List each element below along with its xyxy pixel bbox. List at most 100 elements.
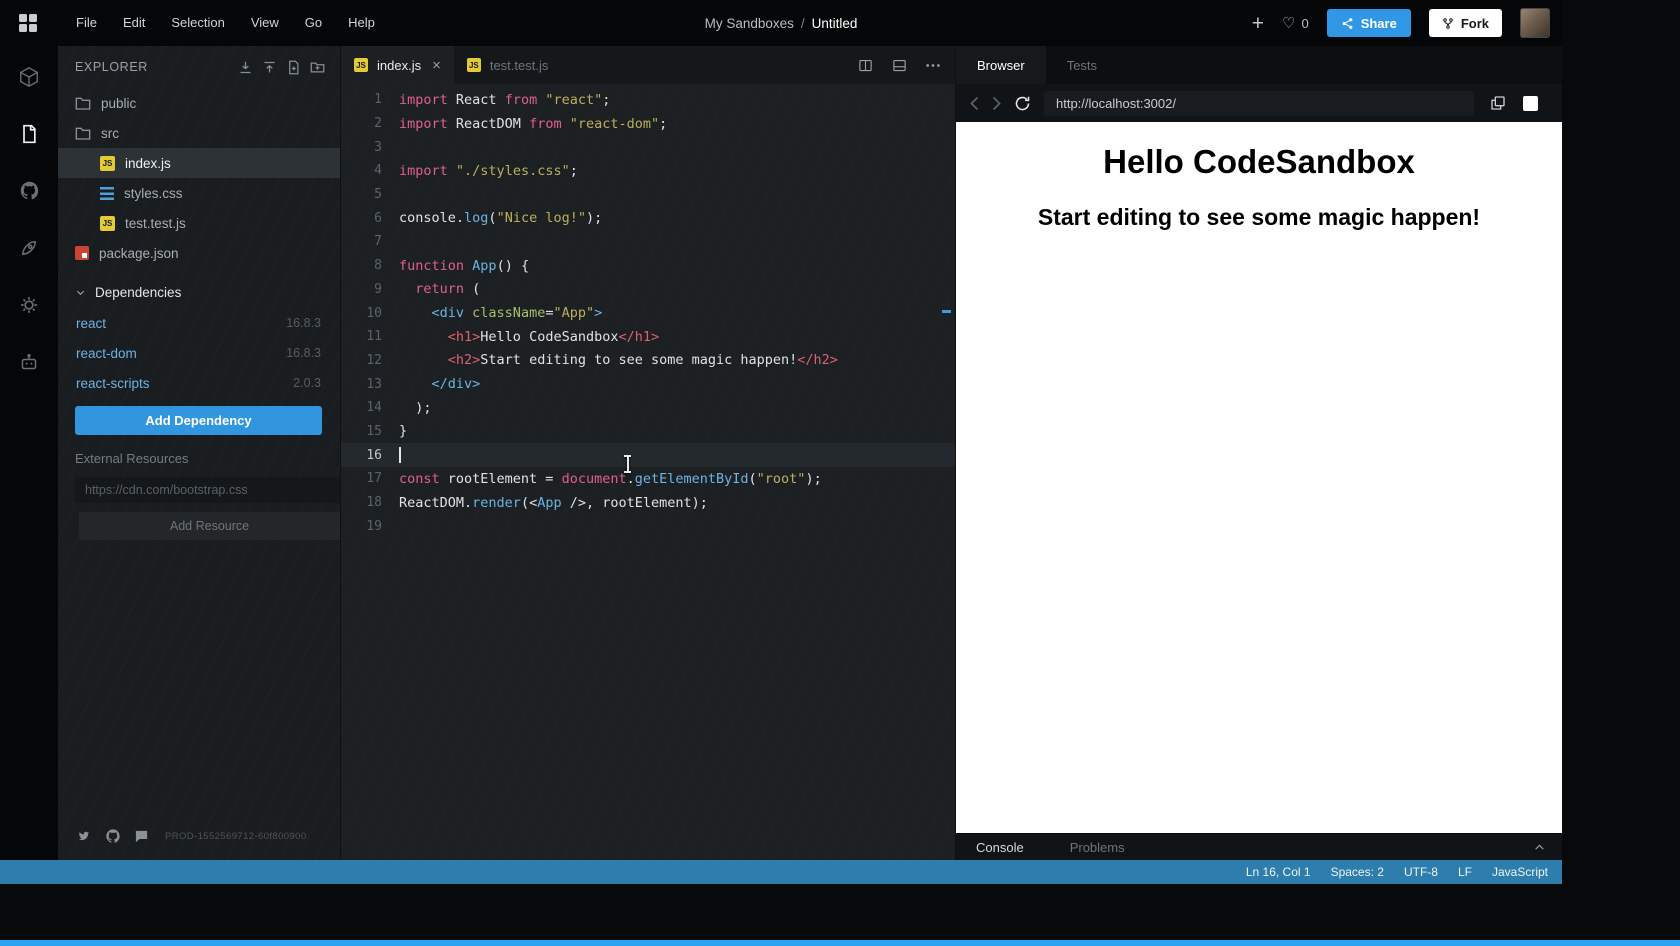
dependency-react-dom[interactable]: react-dom16.8.3: [58, 338, 340, 368]
file-name: src: [101, 126, 119, 141]
menu-edit[interactable]: Edit: [110, 0, 158, 46]
add-resource-button[interactable]: Add Resource: [79, 512, 340, 540]
twitter-icon[interactable]: [75, 829, 92, 844]
menu-selection[interactable]: Selection: [158, 0, 237, 46]
file-public[interactable]: public: [58, 88, 340, 118]
new-sandbox-button[interactable]: +: [1252, 13, 1264, 34]
js-file-icon: JS: [100, 216, 115, 231]
preview-tab-browser[interactable]: Browser: [956, 46, 1046, 84]
tab-index.js[interactable]: JSindex.js×: [341, 46, 454, 84]
dependency-react-scripts[interactable]: react-scripts2.0.3: [58, 368, 340, 398]
code-line-10[interactable]: 10 <div className="App">: [341, 301, 955, 325]
github-footer-icon[interactable]: [105, 828, 121, 844]
share-button[interactable]: Share: [1327, 9, 1411, 37]
code-line-16[interactable]: 16: [341, 443, 955, 467]
file-src[interactable]: src: [58, 118, 340, 148]
avatar[interactable]: [1520, 8, 1550, 38]
code-line-5[interactable]: 5: [341, 183, 955, 207]
console-tab-problems[interactable]: Problems: [1070, 840, 1125, 855]
settings-gear-icon[interactable]: [0, 276, 58, 333]
code-line-15[interactable]: 15}: [341, 420, 955, 444]
code-line-12[interactable]: 12 <h2>Start editing to see some magic h…: [341, 349, 955, 373]
external-resource-input[interactable]: [75, 477, 340, 503]
chevron-up-icon[interactable]: [1533, 841, 1546, 854]
code-line-6[interactable]: 6console.log("Nice log!");: [341, 206, 955, 230]
code-line-2[interactable]: 2import ReactDOM from "react-dom";: [341, 112, 955, 136]
status-encoding[interactable]: UTF-8: [1404, 865, 1438, 879]
preview-tab-tests[interactable]: Tests: [1046, 46, 1118, 84]
forward-icon[interactable]: [992, 96, 1001, 111]
open-in-new-window-icon[interactable]: [1490, 95, 1506, 111]
code-line-13[interactable]: 13 </div>: [341, 372, 955, 396]
upload-icon[interactable]: [262, 60, 277, 75]
code-line-14[interactable]: 14 );: [341, 396, 955, 420]
file-package.json[interactable]: package.json: [58, 238, 340, 268]
new-folder-icon[interactable]: [310, 60, 325, 75]
explorer-sidebar: EXPLORER publicsrcJSindex.jsstyles.cssJS…: [58, 46, 340, 860]
code-line-1[interactable]: 1import React from "react";: [341, 88, 955, 112]
add-dependency-button[interactable]: Add Dependency: [75, 406, 322, 435]
file-styles.css[interactable]: styles.css: [58, 178, 340, 208]
code-line-7[interactable]: 7: [341, 230, 955, 254]
split-editor-icon[interactable]: [857, 58, 874, 73]
code-text: </div>: [399, 376, 480, 392]
editor-tabs: JSindex.js×JStest.test.js: [341, 46, 561, 84]
dependency-react[interactable]: react16.8.3: [58, 308, 340, 338]
heart-icon: ♡: [1282, 16, 1295, 31]
code-line-8[interactable]: 8function App() {: [341, 254, 955, 278]
status-eol[interactable]: LF: [1458, 865, 1472, 879]
solid-square-icon[interactable]: [1523, 96, 1538, 111]
dependencies-section-header[interactable]: Dependencies: [58, 276, 340, 308]
explorer-header: EXPLORER: [58, 46, 340, 88]
new-file-icon[interactable]: [286, 60, 301, 75]
like-button[interactable]: ♡ 0: [1282, 16, 1309, 31]
external-resources-title: External Resources: [75, 451, 340, 466]
code-line-19[interactable]: 19: [341, 514, 955, 538]
code-line-18[interactable]: 18ReactDOM.render(<App />, rootElement);: [341, 491, 955, 515]
menu-view[interactable]: View: [238, 0, 292, 46]
status-language-mode[interactable]: JavaScript: [1492, 865, 1548, 879]
sandbox-title[interactable]: Untitled: [812, 16, 858, 31]
tab-label: index.js: [377, 58, 421, 73]
code-line-11[interactable]: 11 <h1>Hello CodeSandbox</h1>: [341, 325, 955, 349]
feedback-chat-icon[interactable]: [134, 829, 149, 844]
more-options-icon[interactable]: [925, 63, 941, 68]
code-text: import "./styles.css";: [399, 163, 578, 179]
export-sandbox-icon[interactable]: [238, 60, 253, 75]
deployment-rocket-icon[interactable]: [0, 219, 58, 276]
fork-button[interactable]: Fork: [1429, 9, 1502, 37]
workspace-menu-icon[interactable]: [19, 14, 37, 32]
sandbox-info-icon[interactable]: [0, 48, 58, 105]
breadcrumb-parent[interactable]: My Sandboxes: [705, 16, 794, 31]
preview-subheading: Start editing to see some magic happen!: [956, 204, 1562, 231]
js-file-icon: JS: [100, 156, 115, 171]
status-indentation[interactable]: Spaces: 2: [1331, 865, 1384, 879]
status-cursor-position[interactable]: Ln 16, Col 1: [1246, 865, 1311, 879]
file-explorer-icon[interactable]: [0, 105, 58, 162]
code-line-4[interactable]: 4import "./styles.css";: [341, 159, 955, 183]
tab-label: test.test.js: [490, 58, 549, 73]
line-number: 18: [341, 495, 399, 510]
tab-test.test.js[interactable]: JStest.test.js: [454, 46, 562, 84]
menu-file[interactable]: File: [63, 0, 110, 46]
code-editor[interactable]: 1import React from "react";2import React…: [341, 84, 955, 860]
close-tab-icon[interactable]: ×: [432, 57, 441, 74]
console-tab-console[interactable]: Console: [976, 840, 1024, 855]
menu-help[interactable]: Help: [335, 0, 388, 46]
live-robot-icon[interactable]: [0, 333, 58, 390]
line-number: 19: [341, 519, 399, 534]
back-icon[interactable]: [970, 96, 979, 111]
preview-layout-icon[interactable]: [891, 58, 908, 73]
code-line-9[interactable]: 9 return (: [341, 278, 955, 302]
code-line-17[interactable]: 17const rootElement = document.getElemen…: [341, 467, 955, 491]
file-test.test.js[interactable]: JStest.test.js: [58, 208, 340, 238]
refresh-icon[interactable]: [1014, 95, 1031, 112]
scrollbar-marker: [942, 310, 951, 313]
chevron-down-icon: [75, 287, 86, 298]
address-bar[interactable]: http://localhost:3002/: [1044, 91, 1474, 116]
code-line-3[interactable]: 3: [341, 135, 955, 159]
share-icon: [1341, 17, 1354, 30]
file-index.js[interactable]: JSindex.js: [58, 148, 340, 178]
menu-go[interactable]: Go: [292, 0, 335, 46]
github-icon[interactable]: [0, 162, 58, 219]
